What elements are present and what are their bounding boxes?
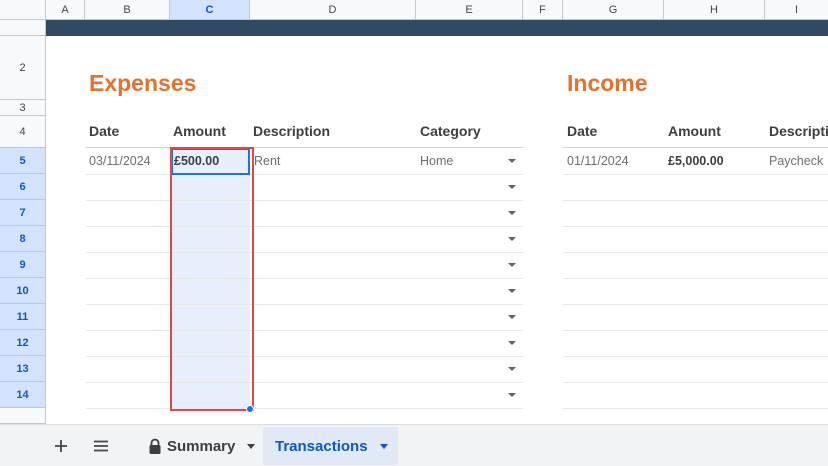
tab-summary-menu-icon[interactable] <box>247 443 256 449</box>
column-header-f[interactable]: F <box>523 0 563 20</box>
row-line <box>563 382 828 383</box>
income-header-date: Date <box>567 123 598 139</box>
all-sheets-button[interactable] <box>84 425 118 466</box>
tab-transactions-menu-icon[interactable] <box>379 443 388 449</box>
category-dropdown-icon[interactable] <box>508 393 516 397</box>
row-line <box>563 356 828 357</box>
column-header-c[interactable]: C <box>170 0 250 20</box>
income-amount-cell[interactable]: £5,000.00 <box>668 148 724 174</box>
income-header-description: Descripti <box>769 123 828 139</box>
category-dropdown-icon[interactable] <box>508 341 516 345</box>
income-date-cell[interactable]: 01/11/2024 <box>567 148 629 174</box>
add-sheet-button[interactable] <box>44 425 78 466</box>
menu-icon <box>94 440 108 452</box>
row-header-2[interactable]: 2 <box>0 36 46 100</box>
row-header-4[interactable]: 4 <box>0 116 46 148</box>
row-header-11[interactable]: 11 <box>0 304 46 330</box>
row-line <box>563 252 828 253</box>
row-line <box>563 278 828 279</box>
row-line <box>86 304 523 305</box>
column-header-i[interactable]: I <box>765 0 828 20</box>
row-header-1[interactable] <box>0 20 46 36</box>
row-line <box>86 226 523 227</box>
select-all-corner[interactable] <box>0 0 46 20</box>
income-description-cell[interactable]: Paycheck <box>769 148 823 174</box>
fill-handle[interactable] <box>246 405 254 413</box>
category-dropdown-icon[interactable] <box>508 315 516 319</box>
expenses-header-amount: Amount <box>173 123 226 139</box>
row-header-13[interactable]: 13 <box>0 356 46 382</box>
plus-icon <box>55 440 67 452</box>
expenses-header-category: Category <box>420 123 481 139</box>
row-line <box>86 252 523 253</box>
tab-transactions[interactable]: Transactions <box>263 427 398 465</box>
column-header-h[interactable]: H <box>664 0 765 20</box>
category-dropdown-icon[interactable] <box>508 367 516 371</box>
expenses-title: Expenses <box>89 70 197 96</box>
column-header-b[interactable]: B <box>85 0 170 20</box>
category-dropdown-icon[interactable] <box>508 211 516 215</box>
expenses-header-divider <box>86 147 523 148</box>
row-header-15[interactable] <box>0 408 46 424</box>
row-header-6[interactable]: 6 <box>0 174 46 200</box>
row-line <box>563 330 828 331</box>
column-header-g[interactable]: G <box>563 0 664 20</box>
row-header-3[interactable]: 3 <box>0 100 46 116</box>
row-line <box>86 382 523 383</box>
category-dropdown-icon[interactable] <box>508 289 516 293</box>
row-line <box>563 408 828 409</box>
column-header-e[interactable]: E <box>416 0 523 20</box>
expenses-category-cell[interactable]: Home <box>420 148 453 174</box>
expenses-date-cell[interactable]: 03/11/2024 <box>89 148 151 174</box>
tab-summary-label: Summary <box>167 437 236 455</box>
sheet-tab-bar: Summary Transactions <box>0 424 828 466</box>
income-title: Income <box>567 70 648 96</box>
expenses-description-cell[interactable]: Rent <box>254 148 280 174</box>
row-line <box>563 304 828 305</box>
row-header-12[interactable]: 12 <box>0 330 46 356</box>
row-line <box>86 174 523 175</box>
row-line <box>86 278 523 279</box>
expenses-header-date: Date <box>89 123 120 139</box>
column-header-d[interactable]: D <box>250 0 416 20</box>
row-line <box>563 174 828 175</box>
expenses-header-description: Description <box>253 123 331 139</box>
row-line <box>86 408 523 409</box>
lock-icon <box>149 438 161 454</box>
category-dropdown-icon[interactable] <box>508 237 516 241</box>
row-header-9[interactable]: 9 <box>0 252 46 278</box>
row-line <box>563 200 828 201</box>
row-line <box>86 330 523 331</box>
spreadsheet-app: A B C D E F G H I 2 3 4 5 6 7 8 9 10 11 … <box>0 0 828 466</box>
income-header-amount: Amount <box>668 123 721 139</box>
category-dropdown-icon[interactable] <box>508 185 516 189</box>
header-band <box>46 20 828 36</box>
category-dropdown-icon[interactable] <box>508 263 516 267</box>
row-line <box>86 200 523 201</box>
row-header-7[interactable]: 7 <box>0 200 46 226</box>
row-line <box>563 226 828 227</box>
row-header-8[interactable]: 8 <box>0 226 46 252</box>
row-header-5[interactable]: 5 <box>0 148 46 174</box>
column-header-a[interactable]: A <box>46 0 85 20</box>
row-header-10[interactable]: 10 <box>0 278 46 304</box>
highlight-outline <box>170 147 254 411</box>
tab-transactions-label: Transactions <box>275 437 368 455</box>
category-dropdown-icon[interactable] <box>508 159 516 163</box>
row-line <box>86 356 523 357</box>
tab-summary[interactable]: Summary <box>140 427 260 465</box>
row-header-14[interactable]: 14 <box>0 382 46 408</box>
